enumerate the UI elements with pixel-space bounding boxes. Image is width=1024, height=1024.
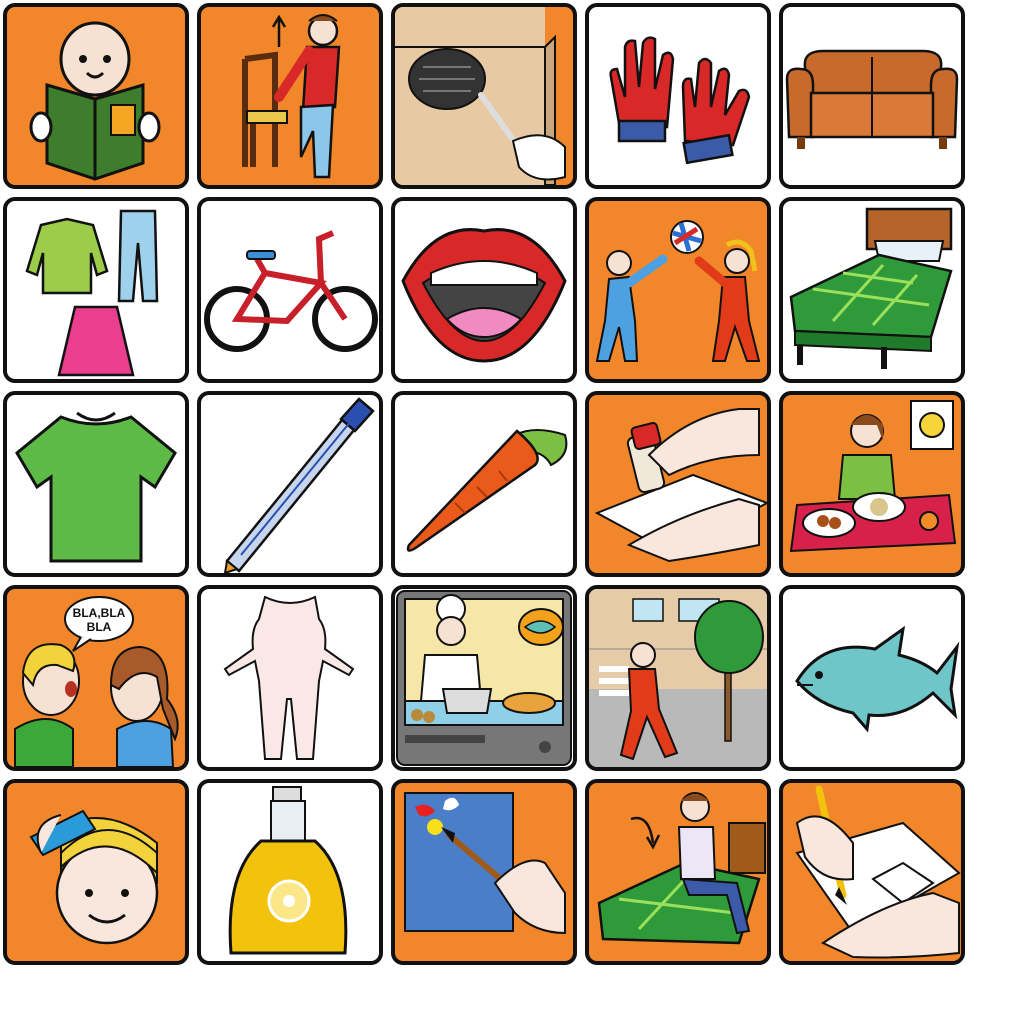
cell-carrot[interactable] (391, 391, 577, 577)
green-t-shirt-icon (15, 411, 177, 563)
cell-dust[interactable] (391, 3, 577, 189)
person-walking-street-icon (589, 589, 767, 767)
cell-body[interactable] (197, 585, 383, 771)
open-mouth-icon (401, 228, 567, 363)
cooking-show-tv-icon (396, 590, 572, 766)
cell-mouth[interactable] (391, 197, 577, 383)
person-sitting-on-bed-icon (597, 792, 766, 945)
speech-bubble-line-1: BLA,BLA (73, 606, 126, 620)
red-gloves-icon (609, 36, 751, 165)
cell-perfume[interactable] (197, 779, 383, 965)
human-body-icon (223, 595, 355, 760)
cell-talk[interactable]: BLA,BLA BLA (3, 585, 189, 771)
perfume-bottle-icon (228, 786, 348, 955)
drawing-with-pencil-icon (795, 785, 961, 959)
communication-board: BLA,BLA BLA (0, 0, 1024, 1024)
cell-clothes[interactable] (3, 197, 189, 383)
bicycle-icon (204, 230, 378, 352)
children-playing-ball-icon (595, 220, 761, 362)
cell-read[interactable] (3, 3, 189, 189)
sofa-icon (785, 49, 959, 149)
cell-fish[interactable] (779, 585, 965, 771)
cell-bed[interactable] (779, 197, 965, 383)
cell-glue[interactable] (585, 391, 771, 577)
fish-icon (795, 625, 960, 733)
speech-bubble-line-2: BLA (87, 620, 112, 634)
cell-t-shirt[interactable] (3, 391, 189, 577)
bed-icon (789, 207, 953, 369)
cell-sit-on-bed[interactable] (585, 779, 771, 965)
cell-cooking-show[interactable] (391, 585, 577, 771)
feather-duster-cleaning-table-icon (395, 7, 566, 185)
clothes-sweater-jeans-skirt-icon (25, 209, 159, 377)
cell-stand-up[interactable] (197, 3, 383, 189)
carrot-icon (406, 429, 568, 552)
cell-gloves[interactable] (585, 3, 771, 189)
person-eating-at-table-icon (789, 400, 957, 553)
cell-bicycle[interactable] (197, 197, 383, 383)
cell-walk[interactable] (585, 585, 771, 771)
gluing-paper-icon (594, 408, 767, 563)
person-standing-up-from-chair-icon (242, 14, 341, 179)
ballpoint-pen-icon (223, 397, 375, 573)
cell-eat[interactable] (779, 391, 965, 577)
person-reading-book-icon (29, 21, 161, 181)
cell-draw[interactable] (779, 779, 965, 965)
cell-play-ball[interactable] (585, 197, 771, 383)
two-people-talking-icon: BLA,BLA BLA (14, 596, 179, 767)
painting-with-brush-icon (404, 792, 566, 935)
cell-pen[interactable] (197, 391, 383, 577)
cell-comb-hair[interactable] (3, 779, 189, 965)
combing-hair-icon (29, 809, 159, 945)
cell-paint[interactable] (391, 779, 577, 965)
cell-sofa[interactable] (779, 3, 965, 189)
